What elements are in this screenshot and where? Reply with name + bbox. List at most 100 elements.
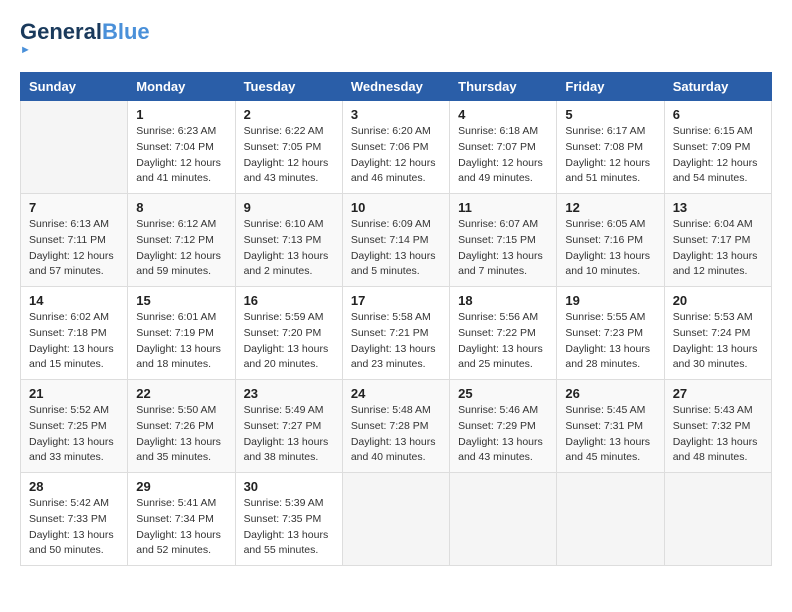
day-number: 13 (673, 200, 763, 215)
calendar-cell: 19 Sunrise: 5:55 AMSunset: 7:23 PMDayligh… (557, 287, 664, 380)
calendar-cell: 18 Sunrise: 5:56 AMSunset: 7:22 PMDayligh… (450, 287, 557, 380)
calendar-cell: 22 Sunrise: 5:50 AMSunset: 7:26 PMDayligh… (128, 380, 235, 473)
day-number: 26 (565, 386, 655, 401)
logo-blue: Blue (102, 19, 150, 44)
day-number: 10 (351, 200, 441, 215)
calendar-cell: 4 Sunrise: 6:18 AMSunset: 7:07 PMDaylight… (450, 101, 557, 194)
day-info: Sunrise: 6:05 AMSunset: 7:16 PMDaylight:… (565, 217, 655, 280)
calendar-cell: 26 Sunrise: 5:45 AMSunset: 7:31 PMDayligh… (557, 380, 664, 473)
day-info: Sunrise: 6:12 AMSunset: 7:12 PMDaylight:… (136, 217, 226, 280)
calendar-cell: 20 Sunrise: 5:53 AMSunset: 7:24 PMDayligh… (664, 287, 771, 380)
calendar-cell (557, 473, 664, 566)
calendar-cell: 9 Sunrise: 6:10 AMSunset: 7:13 PMDaylight… (235, 194, 342, 287)
day-number: 29 (136, 479, 226, 494)
day-info: Sunrise: 5:56 AMSunset: 7:22 PMDaylight:… (458, 310, 548, 373)
day-info: Sunrise: 5:52 AMSunset: 7:25 PMDaylight:… (29, 403, 119, 466)
day-info: Sunrise: 6:20 AMSunset: 7:06 PMDaylight:… (351, 124, 441, 187)
day-info: Sunrise: 5:45 AMSunset: 7:31 PMDaylight:… (565, 403, 655, 466)
day-number: 30 (244, 479, 334, 494)
day-number: 15 (136, 293, 226, 308)
weekday-header-sunday: Sunday (21, 73, 128, 101)
day-info: Sunrise: 5:58 AMSunset: 7:21 PMDaylight:… (351, 310, 441, 373)
logo: GeneralBlue ► (20, 20, 150, 56)
day-info: Sunrise: 6:04 AMSunset: 7:17 PMDaylight:… (673, 217, 763, 280)
calendar-cell (450, 473, 557, 566)
calendar-cell: 12 Sunrise: 6:05 AMSunset: 7:16 PMDayligh… (557, 194, 664, 287)
calendar-cell: 25Sunrise: 5:46 AMSunset: 7:29 PMDayligh… (450, 380, 557, 473)
logo-general: General (20, 19, 102, 44)
calendar-cell: 10 Sunrise: 6:09 AMSunset: 7:14 PMDayligh… (342, 194, 449, 287)
day-info: Sunrise: 6:18 AMSunset: 7:07 PMDaylight:… (458, 124, 548, 187)
calendar-week-row: 28Sunrise: 5:42 AMSunset: 7:33 PMDayligh… (21, 473, 772, 566)
calendar-table: SundayMondayTuesdayWednesdayThursdayFrid… (20, 72, 772, 566)
calendar-cell: 24 Sunrise: 5:48 AMSunset: 7:28 PMDayligh… (342, 380, 449, 473)
day-number: 28 (29, 479, 119, 494)
day-number: 8 (136, 200, 226, 215)
day-number: 3 (351, 107, 441, 122)
calendar-cell: 13 Sunrise: 6:04 AMSunset: 7:17 PMDayligh… (664, 194, 771, 287)
day-info: Sunrise: 5:50 AMSunset: 7:26 PMDaylight:… (136, 403, 226, 466)
day-info: Sunrise: 6:23 AMSunset: 7:04 PMDaylight:… (136, 124, 226, 187)
calendar-cell: 2Sunrise: 6:22 AMSunset: 7:05 PMDaylight… (235, 101, 342, 194)
calendar-cell: 1 Sunrise: 6:23 AMSunset: 7:04 PMDaylight… (128, 101, 235, 194)
calendar-cell: 16 Sunrise: 5:59 AMSunset: 7:20 PMDayligh… (235, 287, 342, 380)
day-info: Sunrise: 5:48 AMSunset: 7:28 PMDaylight:… (351, 403, 441, 466)
weekday-header-monday: Monday (128, 73, 235, 101)
day-info: Sunrise: 6:15 AMSunset: 7:09 PMDaylight:… (673, 124, 763, 187)
calendar-cell: 5Sunrise: 6:17 AMSunset: 7:08 PMDaylight… (557, 101, 664, 194)
day-number: 9 (244, 200, 334, 215)
weekday-header-friday: Friday (557, 73, 664, 101)
weekday-header-thursday: Thursday (450, 73, 557, 101)
day-number: 5 (565, 107, 655, 122)
calendar-cell: 27Sunrise: 5:43 AMSunset: 7:32 PMDayligh… (664, 380, 771, 473)
day-number: 22 (136, 386, 226, 401)
day-info: Sunrise: 5:53 AMSunset: 7:24 PMDaylight:… (673, 310, 763, 373)
calendar-cell: 17Sunrise: 5:58 AMSunset: 7:21 PMDayligh… (342, 287, 449, 380)
calendar-cell: 15 Sunrise: 6:01 AMSunset: 7:19 PMDayligh… (128, 287, 235, 380)
calendar-cell (21, 101, 128, 194)
day-number: 6 (673, 107, 763, 122)
calendar-cell: 7 Sunrise: 6:13 AMSunset: 7:11 PMDaylight… (21, 194, 128, 287)
calendar-cell: 8 Sunrise: 6:12 AMSunset: 7:12 PMDaylight… (128, 194, 235, 287)
day-info: Sunrise: 6:13 AMSunset: 7:11 PMDaylight:… (29, 217, 119, 280)
calendar-cell (664, 473, 771, 566)
day-number: 24 (351, 386, 441, 401)
day-number: 21 (29, 386, 119, 401)
day-number: 20 (673, 293, 763, 308)
calendar-cell: 21 Sunrise: 5:52 AMSunset: 7:25 PMDayligh… (21, 380, 128, 473)
day-number: 7 (29, 200, 119, 215)
day-number: 19 (565, 293, 655, 308)
logo-subtitle: ► (20, 44, 32, 56)
day-info: Sunrise: 5:49 AMSunset: 7:27 PMDaylight:… (244, 403, 334, 466)
calendar-week-row: 7 Sunrise: 6:13 AMSunset: 7:11 PMDaylight… (21, 194, 772, 287)
calendar-cell: 11Sunrise: 6:07 AMSunset: 7:15 PMDayligh… (450, 194, 557, 287)
calendar-cell: 14 Sunrise: 6:02 AMSunset: 7:18 PMDayligh… (21, 287, 128, 380)
day-number: 1 (136, 107, 226, 122)
day-number: 23 (244, 386, 334, 401)
calendar-cell (342, 473, 449, 566)
day-info: Sunrise: 6:22 AMSunset: 7:05 PMDaylight:… (244, 124, 334, 187)
calendar-cell: 6 Sunrise: 6:15 AMSunset: 7:09 PMDaylight… (664, 101, 771, 194)
weekday-header-tuesday: Tuesday (235, 73, 342, 101)
day-info: Sunrise: 6:02 AMSunset: 7:18 PMDaylight:… (29, 310, 119, 373)
calendar-week-row: 21 Sunrise: 5:52 AMSunset: 7:25 PMDayligh… (21, 380, 772, 473)
day-number: 27 (673, 386, 763, 401)
page-header: GeneralBlue ► (20, 20, 772, 56)
calendar-cell: 3 Sunrise: 6:20 AMSunset: 7:06 PMDaylight… (342, 101, 449, 194)
day-number: 25 (458, 386, 548, 401)
day-info: Sunrise: 6:01 AMSunset: 7:19 PMDaylight:… (136, 310, 226, 373)
day-number: 16 (244, 293, 334, 308)
day-info: Sunrise: 5:39 AMSunset: 7:35 PMDaylight:… (244, 496, 334, 559)
day-info: Sunrise: 5:55 AMSunset: 7:23 PMDaylight:… (565, 310, 655, 373)
day-number: 4 (458, 107, 548, 122)
day-number: 14 (29, 293, 119, 308)
day-info: Sunrise: 6:10 AMSunset: 7:13 PMDaylight:… (244, 217, 334, 280)
day-number: 12 (565, 200, 655, 215)
day-number: 18 (458, 293, 548, 308)
day-info: Sunrise: 5:59 AMSunset: 7:20 PMDaylight:… (244, 310, 334, 373)
day-info: Sunrise: 6:07 AMSunset: 7:15 PMDaylight:… (458, 217, 548, 280)
calendar-cell: 23 Sunrise: 5:49 AMSunset: 7:27 PMDayligh… (235, 380, 342, 473)
calendar-cell: 28Sunrise: 5:42 AMSunset: 7:33 PMDayligh… (21, 473, 128, 566)
day-info: Sunrise: 6:09 AMSunset: 7:14 PMDaylight:… (351, 217, 441, 280)
logo-text: GeneralBlue (20, 20, 150, 44)
